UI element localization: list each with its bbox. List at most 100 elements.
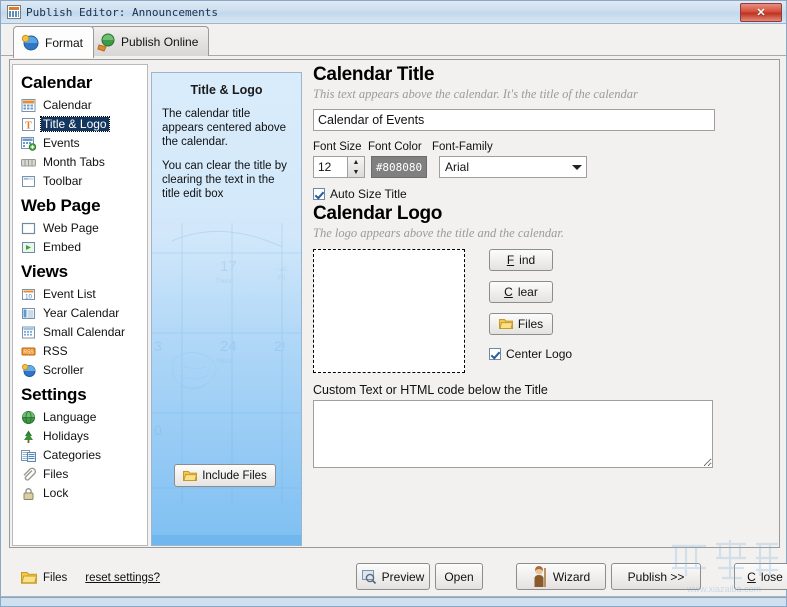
close-button[interactable]: Close: [734, 563, 787, 590]
calendar-title-subheading: This text appears above the calendar. It…: [313, 87, 638, 101]
sidebar-item-holidays[interactable]: Holidays: [21, 427, 147, 445]
window-titlebar: Publish Editor: Announcements ✕: [1, 1, 786, 24]
sidebar-item-events-label: Events: [43, 136, 80, 150]
center-logo-checkbox[interactable]: Center Logo: [489, 347, 572, 361]
font-color-swatch[interactable]: #808080: [371, 156, 427, 178]
folder-icon: [21, 572, 37, 584]
logo-preview-box[interactable]: [313, 249, 465, 373]
open-button-label: Open: [444, 569, 474, 584]
footer-files-label[interactable]: Files: [43, 572, 67, 584]
reset-settings-link[interactable]: reset settings?: [85, 572, 160, 584]
svg-text:24: 24: [220, 338, 237, 355]
sidebar-item-month-tabs-label: Month Tabs: [43, 155, 105, 169]
small-calendar-icon: [21, 325, 36, 340]
auto-size-title-label: Auto Size Title: [330, 187, 407, 201]
folder-icon: [498, 319, 513, 329]
calendar-title-heading: Calendar Title: [313, 64, 435, 85]
find-logo-button[interactable]: Find: [489, 249, 553, 271]
svg-text:Thurs.: Thurs.: [216, 359, 233, 365]
clear-logo-button[interactable]: Clear: [489, 281, 553, 303]
sidebar-item-small-calendar[interactable]: Small Calendar: [21, 323, 147, 341]
sidebar-item-calendar[interactable]: Calendar: [21, 96, 147, 114]
scroller-icon: [21, 363, 36, 378]
folder-icon: [183, 470, 198, 481]
svg-text:10: 10: [25, 294, 32, 300]
format-globe-icon: [20, 33, 40, 53]
events-icon: [21, 136, 37, 151]
clear-button-rest: lear: [517, 285, 538, 299]
sidebar-item-title-logo-label: Title & Logo: [40, 116, 110, 132]
open-button[interactable]: Open: [435, 563, 483, 590]
sidebar-item-lock[interactable]: Lock: [21, 484, 147, 502]
sidebar-item-small-calendar-label: Small Calendar: [43, 325, 126, 339]
sidebar-item-lock-label: Lock: [43, 486, 69, 500]
sidebar-item-web-page[interactable]: Web Page: [21, 219, 147, 237]
publish-button[interactable]: Publish >>: [611, 563, 701, 590]
sidebar-item-rss-label: RSS: [43, 344, 68, 358]
sidebar-item-calendar-label: Calendar: [43, 98, 92, 112]
sidebar-item-year-calendar[interactable]: Year Calendar: [21, 304, 147, 322]
svg-text:0: 0: [154, 422, 162, 438]
sidebar-heading-calendar: Calendar: [21, 73, 93, 92]
svg-text:RSS: RSS: [23, 349, 34, 355]
sidebar-item-language-label: Language: [43, 410, 97, 424]
wizard-icon: [534, 565, 546, 587]
tab-format[interactable]: Format: [13, 26, 95, 58]
sidebar-item-events[interactable]: Events: [21, 134, 147, 152]
font-family-select[interactable]: Arial: [439, 156, 587, 178]
sidebar-item-files-label: Files: [43, 467, 69, 481]
help-panel: Title & Logo The calendar title appears …: [151, 72, 302, 546]
calendar-grid-icon: [21, 98, 36, 113]
center-logo-label: Center Logo: [506, 347, 573, 361]
close-button-rest: lose: [760, 569, 783, 584]
preview-button[interactable]: Preview: [356, 563, 430, 590]
files-logo-button[interactable]: Files: [489, 313, 553, 335]
preview-icon: [361, 569, 376, 584]
font-size-stepper[interactable]: 12 ▲ ▼: [313, 156, 365, 178]
calendar-title-input[interactable]: [313, 109, 715, 131]
sidebar-item-scroller[interactable]: Scroller: [21, 361, 147, 379]
sidebar-item-month-tabs[interactable]: Month Tabs: [21, 153, 147, 171]
calendar-logo-subheading: The logo appears above the title and the…: [313, 226, 565, 240]
language-globe-icon: [21, 410, 36, 425]
include-files-button[interactable]: Include Files: [174, 464, 276, 487]
center-logo-checkbox-box[interactable]: [489, 348, 501, 360]
font-family-label: Font-Family: [432, 141, 493, 153]
close-window-button[interactable]: ✕: [740, 3, 782, 22]
sidebar-item-rss[interactable]: RSS RSS: [21, 342, 147, 360]
tab-publish-online[interactable]: Publish Online: [89, 26, 210, 56]
tab-strip: Format Publish Online Format Calendar Ap…: [1, 24, 786, 75]
help-panel-paragraph-1: The calendar title appears centered abov…: [162, 108, 287, 148]
embed-icon: [21, 240, 36, 255]
sidebar-item-holidays-label: Holidays: [43, 429, 90, 443]
custom-html-label: Custom Text or HTML code below the Title: [313, 383, 548, 397]
help-panel-footer: [152, 535, 301, 545]
form-panel: Calendar Title This text appears above t…: [313, 64, 773, 546]
auto-size-title-checkbox[interactable]: Auto Size Title: [313, 187, 773, 201]
publish-globe-icon: [96, 32, 116, 52]
ghost-calendar-graphic: 17 Thurs. 24 Thurs. 3 0 -aC FII 2!: [152, 223, 301, 503]
sidebar-item-files[interactable]: Files: [21, 465, 147, 483]
font-size-label: Font Size: [313, 141, 362, 153]
sidebar-item-toolbar[interactable]: Toolbar: [21, 172, 147, 190]
spinner-down-icon[interactable]: ▼: [348, 167, 364, 177]
custom-html-textarea[interactable]: [313, 400, 713, 468]
auto-size-title-checkbox-box[interactable]: [313, 188, 325, 200]
categories-icon: [21, 448, 36, 463]
sidebar-item-embed[interactable]: Embed: [21, 238, 147, 256]
files-logo-label: Files: [517, 317, 544, 331]
sidebar-item-title-logo[interactable]: T Title & Logo: [21, 115, 147, 133]
svg-text:3: 3: [154, 338, 162, 354]
sidebar-item-event-list[interactable]: 10 Event List: [21, 285, 147, 303]
sidebar-item-language[interactable]: Language: [21, 408, 147, 426]
spinner-up-icon[interactable]: ▲: [348, 157, 364, 167]
holidays-tree-icon: [21, 429, 36, 444]
wizard-button[interactable]: Wizard: [516, 563, 606, 590]
svg-text:2!: 2!: [274, 338, 286, 354]
svg-text:FII: FII: [278, 276, 285, 282]
web-page-icon: [21, 221, 36, 236]
font-size-spinner-buttons[interactable]: ▲ ▼: [347, 157, 364, 177]
window-title: Publish Editor: Announcements: [26, 5, 219, 19]
sidebar-item-categories[interactable]: Categories: [21, 446, 147, 464]
sidebar-item-scroller-label: Scroller: [43, 363, 84, 377]
